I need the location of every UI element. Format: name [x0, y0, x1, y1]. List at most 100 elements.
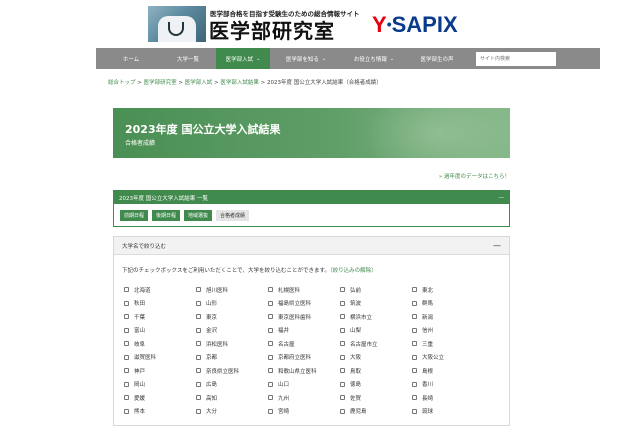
checkbox[interactable] [340, 287, 345, 293]
university-checkbox-item[interactable]: 新潟 [412, 310, 484, 324]
university-checkbox-item[interactable]: 山口 [268, 378, 340, 392]
checkbox[interactable] [196, 327, 201, 333]
checkbox[interactable] [124, 341, 129, 347]
university-checkbox-item[interactable]: 宮崎 [268, 405, 340, 419]
university-checkbox-item[interactable]: 島根 [412, 364, 484, 378]
checkbox[interactable] [268, 314, 273, 320]
checkbox[interactable] [268, 327, 273, 333]
tab-early-schedule[interactable]: 前期日程 [120, 210, 149, 221]
checkbox[interactable] [340, 341, 345, 347]
university-checkbox-item[interactable]: 鹿児島 [340, 405, 412, 419]
university-checkbox-item[interactable]: 琉球 [412, 405, 484, 419]
tab-passer-scores[interactable]: 合格者成績 [216, 210, 250, 221]
university-checkbox-item[interactable]: 横浜市立 [340, 310, 412, 324]
university-checkbox-item[interactable]: 東京医科歯科 [268, 310, 340, 324]
university-checkbox-item[interactable]: 富山 [124, 324, 196, 338]
checkbox[interactable] [124, 408, 129, 414]
university-checkbox-item[interactable]: 名古屋市立 [340, 337, 412, 351]
university-checkbox-item[interactable]: 和歌山県立医科 [268, 364, 340, 378]
tab-regional-selection[interactable]: 地域選抜 [184, 210, 213, 221]
university-checkbox-item[interactable]: 名古屋 [268, 337, 340, 351]
university-checkbox-item[interactable]: 岡山 [124, 378, 196, 392]
university-checkbox-item[interactable]: 筑波 [340, 297, 412, 311]
breadcrumb-link[interactable]: 医学部入試結果 [220, 80, 259, 86]
tab-late-schedule[interactable]: 後期日程 [152, 210, 181, 221]
university-checkbox-item[interactable]: 奈良県立医科 [196, 364, 268, 378]
checkbox[interactable] [340, 354, 345, 360]
checkbox[interactable] [340, 381, 345, 387]
checkbox[interactable] [196, 381, 201, 387]
checkbox[interactable] [196, 341, 201, 347]
checkbox[interactable] [412, 314, 417, 320]
checkbox[interactable] [412, 354, 417, 360]
checkbox[interactable] [196, 408, 201, 414]
university-checkbox-item[interactable]: 浜松医科 [196, 337, 268, 351]
university-checkbox-item[interactable]: 秋田 [124, 297, 196, 311]
university-checkbox-item[interactable]: 福井 [268, 324, 340, 338]
checkbox[interactable] [412, 408, 417, 414]
university-checkbox-item[interactable]: 京都府立医科 [268, 351, 340, 365]
checkbox[interactable] [124, 395, 129, 401]
checkbox[interactable] [412, 395, 417, 401]
checkbox[interactable] [412, 341, 417, 347]
checkbox[interactable] [412, 381, 417, 387]
checkbox[interactable] [340, 327, 345, 333]
university-checkbox-item[interactable]: 群馬 [412, 297, 484, 311]
breadcrumb-link[interactable]: 医学部入試 [185, 80, 213, 86]
collapse-icon[interactable]: — [499, 195, 505, 201]
checkbox[interactable] [340, 408, 345, 414]
checkbox[interactable] [268, 300, 273, 306]
checkbox[interactable] [196, 368, 201, 374]
university-checkbox-item[interactable]: 香川 [412, 378, 484, 392]
checkbox[interactable] [196, 395, 201, 401]
checkbox[interactable] [412, 327, 417, 333]
checkbox[interactable] [268, 395, 273, 401]
university-checkbox-item[interactable]: 福島県立医科 [268, 297, 340, 311]
checkbox[interactable] [412, 300, 417, 306]
checkbox[interactable] [268, 341, 273, 347]
collapse-icon[interactable]: — [493, 241, 501, 250]
checkbox[interactable] [124, 381, 129, 387]
checkbox[interactable] [196, 314, 201, 320]
university-checkbox-item[interactable]: 東京 [196, 310, 268, 324]
nav-item-useful-info[interactable]: お役立ち情報 ⌄ [342, 48, 406, 69]
checkbox[interactable] [268, 287, 273, 293]
checkbox[interactable] [196, 354, 201, 360]
checkbox[interactable] [412, 287, 417, 293]
nav-item-home[interactable]: ホーム [102, 48, 160, 69]
university-checkbox-item[interactable]: 神戸 [124, 364, 196, 378]
university-checkbox-item[interactable]: 北海道 [124, 283, 196, 297]
university-checkbox-item[interactable]: 長崎 [412, 391, 484, 405]
university-checkbox-item[interactable]: 岐阜 [124, 337, 196, 351]
nav-item-about-medicine[interactable]: 医学部を知る ⌄ [270, 48, 342, 69]
checkbox[interactable] [268, 381, 273, 387]
university-checkbox-item[interactable]: 滋賀医科 [124, 351, 196, 365]
checkbox[interactable] [340, 314, 345, 320]
checkbox[interactable] [268, 354, 273, 360]
checkbox[interactable] [124, 327, 129, 333]
university-checkbox-item[interactable]: 旭川医科 [196, 283, 268, 297]
university-checkbox-item[interactable]: 信州 [412, 324, 484, 338]
university-checkbox-item[interactable]: 熊本 [124, 405, 196, 419]
breadcrumb-link[interactable]: 総合トップ [108, 80, 136, 86]
university-checkbox-item[interactable]: 高知 [196, 391, 268, 405]
filter-header[interactable]: 大学名で絞り込む — [114, 237, 509, 255]
university-checkbox-item[interactable]: 弘前 [340, 283, 412, 297]
university-checkbox-item[interactable]: 愛媛 [124, 391, 196, 405]
checkbox[interactable] [412, 368, 417, 374]
university-checkbox-item[interactable]: 三重 [412, 337, 484, 351]
university-checkbox-item[interactable]: 徳島 [340, 378, 412, 392]
university-checkbox-item[interactable]: 大分 [196, 405, 268, 419]
past-data-link[interactable]: » 過年度のデータはこちら！ [439, 172, 510, 180]
checkbox[interactable] [196, 287, 201, 293]
university-checkbox-item[interactable]: 京都 [196, 351, 268, 365]
breadcrumb-link[interactable]: 医学部研究室 [144, 80, 177, 86]
results-list-header[interactable]: 2023年度 国公立大学入試結果 一覧 — [114, 191, 509, 204]
checkbox[interactable] [124, 368, 129, 374]
university-checkbox-item[interactable]: 広島 [196, 378, 268, 392]
university-checkbox-item[interactable]: 大阪 [340, 351, 412, 365]
checkbox[interactable] [340, 368, 345, 374]
site-logo-title[interactable]: 医学部研究室 [209, 15, 335, 44]
university-checkbox-item[interactable]: 鳥取 [340, 364, 412, 378]
checkbox[interactable] [124, 287, 129, 293]
